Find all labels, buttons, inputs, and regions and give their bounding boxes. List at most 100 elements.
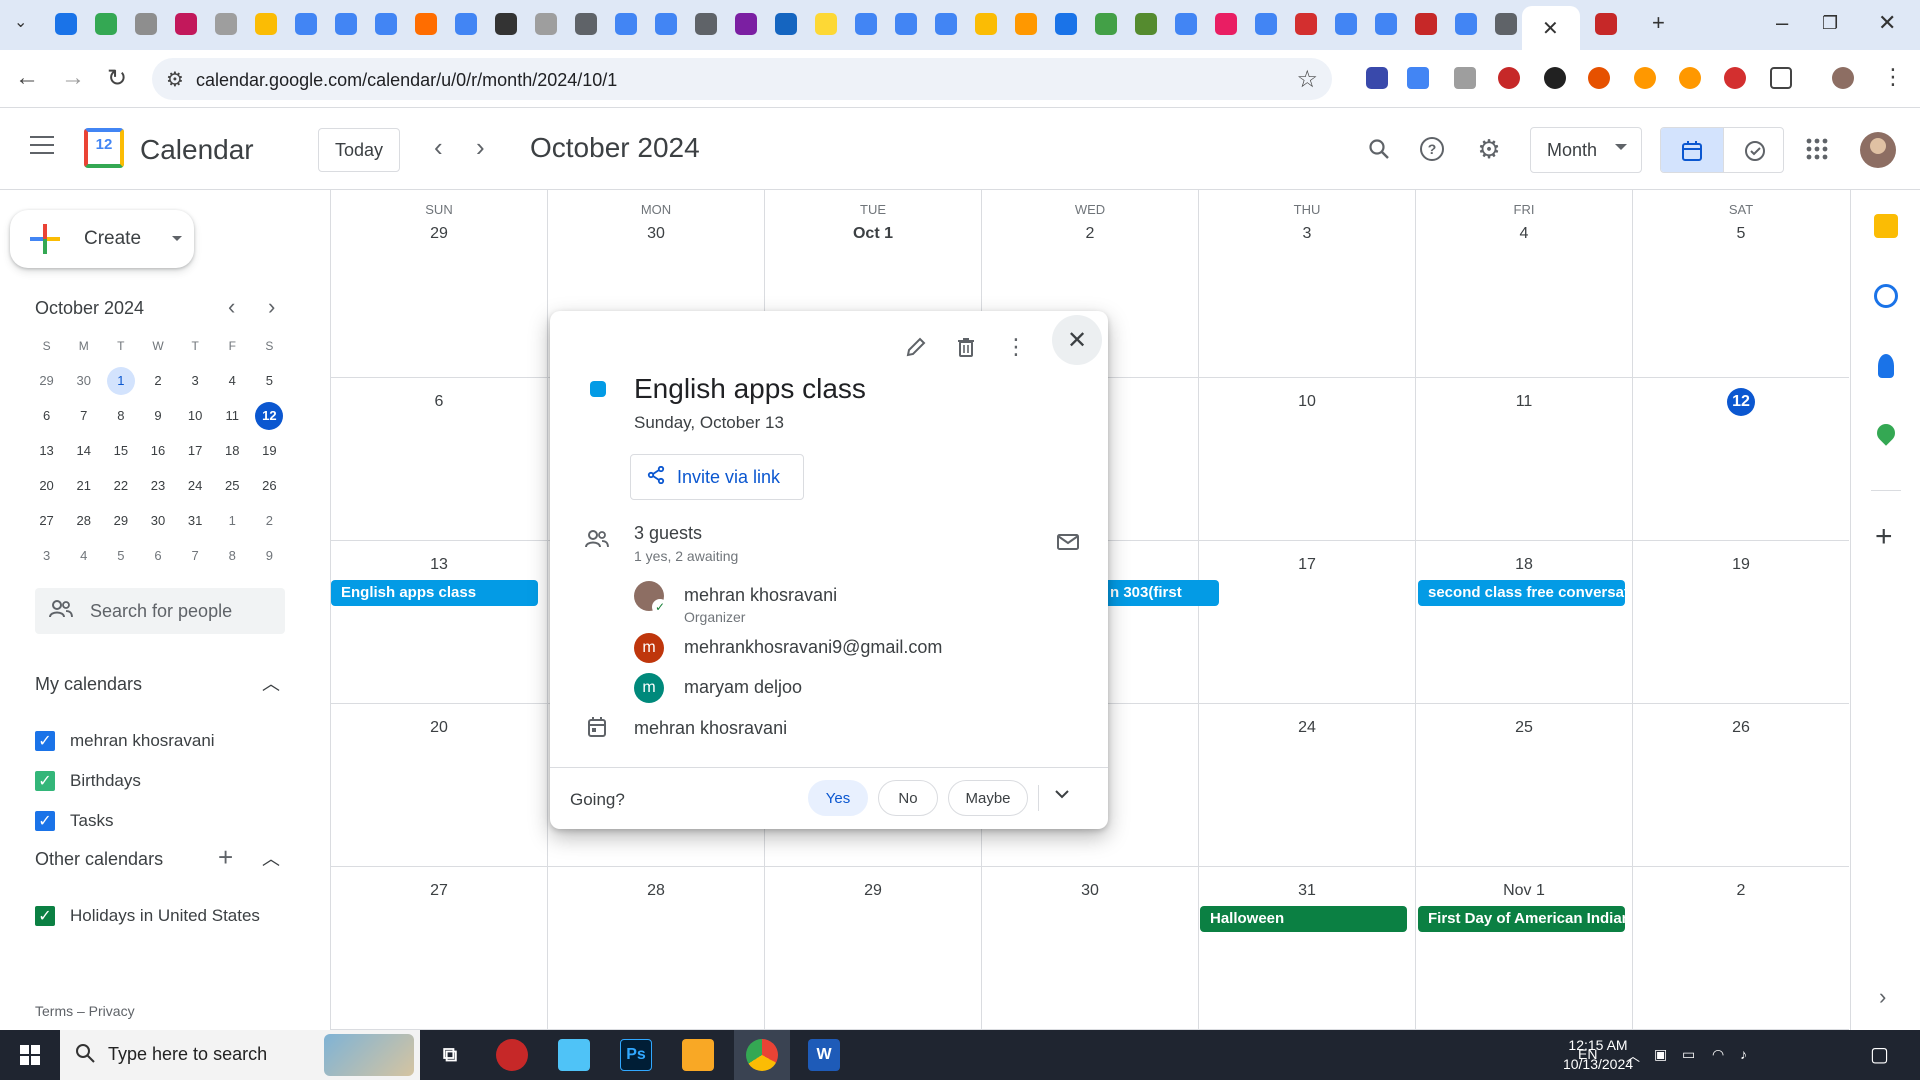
mini-day[interactable]: 2 <box>251 503 288 538</box>
mini-day[interactable]: 6 <box>139 538 176 573</box>
browser-menu-icon[interactable]: ⋮ <box>1878 64 1908 90</box>
rsvp-yes-button[interactable]: Yes <box>808 780 868 816</box>
mini-day[interactable]: 1 <box>214 503 251 538</box>
day-cell[interactable]: FRI 4 <box>1415 190 1632 378</box>
main-menu-icon[interactable] <box>30 136 54 156</box>
day-cell[interactable]: 31 <box>1198 867 1415 1030</box>
mini-day[interactable]: 24 <box>177 468 214 503</box>
tasks-view-icon[interactable] <box>1723 128 1783 172</box>
search-people-input[interactable]: Search for people <box>35 588 285 634</box>
paint-app-icon[interactable] <box>496 1039 528 1071</box>
day-cell[interactable]: 6 <box>330 378 547 541</box>
coin-extension-icon[interactable] <box>1634 67 1656 89</box>
day-number[interactable]: 19 <box>1633 551 1849 579</box>
day-cell[interactable]: 11 <box>1415 378 1632 541</box>
delete-trash-icon[interactable] <box>946 327 986 367</box>
maps-icon[interactable] <box>1873 420 1899 446</box>
chrome-app-icon[interactable] <box>746 1039 778 1071</box>
day-cell[interactable]: 26 <box>1632 704 1849 867</box>
calendar-view-icon[interactable] <box>1661 128 1723 172</box>
day-number[interactable]: 13 <box>331 551 547 579</box>
collapse-other-calendars-icon[interactable]: ︿ <box>262 845 280 871</box>
tab-favicon-icon[interactable] <box>1335 13 1357 35</box>
mini-day[interactable]: 5 <box>251 363 288 398</box>
checkbox-checked-icon[interactable]: ✓ <box>35 771 55 791</box>
day-number[interactable]: 4 <box>1416 220 1632 248</box>
mini-day[interactable]: 7 <box>65 398 102 433</box>
day-number[interactable]: 29 <box>765 877 981 905</box>
day-number[interactable]: 17 <box>1199 551 1415 579</box>
mini-prev-icon[interactable]: ‹ <box>228 294 235 320</box>
event-chip[interactable]: second class free conversati <box>1418 580 1625 606</box>
tab-favicon-icon[interactable] <box>215 13 237 35</box>
edit-pencil-icon[interactable] <box>896 327 936 367</box>
window-close-icon[interactable]: ✕ <box>1878 10 1896 36</box>
my-calendars-title[interactable]: My calendars <box>35 674 142 695</box>
tab-favicon-icon[interactable] <box>935 13 957 35</box>
bookmark-star-icon[interactable]: ☆ <box>1296 65 1318 94</box>
task-view-icon[interactable]: ⧉ <box>434 1039 466 1071</box>
mini-day[interactable]: 6 <box>28 398 65 433</box>
mini-day[interactable]: 23 <box>139 468 176 503</box>
day-number[interactable]: 25 <box>1416 714 1632 742</box>
tab-favicon-icon[interactable] <box>815 13 837 35</box>
day-number[interactable]: 24 <box>1199 714 1415 742</box>
event-chip[interactable]: First Day of American Indian <box>1418 906 1625 932</box>
tab-favicon-icon[interactable] <box>775 13 797 35</box>
day-cell[interactable]: SUN 29 <box>330 190 547 378</box>
mini-day[interactable]: 5 <box>102 538 139 573</box>
rsvp-maybe-button[interactable]: Maybe <box>948 780 1028 816</box>
tab-favicon-icon[interactable] <box>1595 13 1617 35</box>
minimize-icon[interactable]: – <box>1776 10 1788 36</box>
tab-favicon-icon[interactable] <box>1055 13 1077 35</box>
chevron-down-icon[interactable] <box>1054 787 1070 805</box>
fire-extension-icon[interactable] <box>1588 67 1610 89</box>
day-cell[interactable]: 25 <box>1415 704 1632 867</box>
day-cell[interactable]: 18 <box>1415 541 1632 704</box>
mini-day[interactable]: 20 <box>28 468 65 503</box>
mini-day[interactable]: 3 <box>177 363 214 398</box>
event-chip[interactable]: English apps class <box>331 580 538 606</box>
invite-via-link-button[interactable]: Invite via link <box>630 454 804 500</box>
day-number[interactable]: 6 <box>331 388 547 416</box>
terms-privacy-link[interactable]: Terms – Privacy <box>35 1003 135 1019</box>
close-tab-icon[interactable]: ✕ <box>1542 16 1559 41</box>
extension-icon[interactable] <box>1366 67 1388 89</box>
coin2-extension-icon[interactable] <box>1679 67 1701 89</box>
mini-day[interactable]: 12 <box>251 398 288 433</box>
tab-favicon-icon[interactable] <box>855 13 877 35</box>
calendar-item[interactable]: ✓ mehran khosravani <box>35 728 215 754</box>
checkbox-checked-icon[interactable]: ✓ <box>35 731 55 751</box>
file-explorer-icon[interactable] <box>682 1039 714 1071</box>
tab-favicon-icon[interactable] <box>895 13 917 35</box>
day-cell[interactable]: 17 <box>1198 541 1415 704</box>
more-options-icon[interactable]: ⋮ <box>996 327 1036 367</box>
mini-day[interactable]: 30 <box>65 363 102 398</box>
tab-favicon-icon[interactable] <box>535 13 557 35</box>
mini-day[interactable]: 28 <box>65 503 102 538</box>
day-number[interactable]: 29 <box>331 220 547 248</box>
help-icon[interactable]: ? <box>1415 132 1449 166</box>
day-cell[interactable]: 30 <box>981 867 1198 1030</box>
mini-day[interactable]: 14 <box>65 433 102 468</box>
mini-day[interactable]: 4 <box>214 363 251 398</box>
camera-extension-icon[interactable] <box>1454 67 1476 89</box>
mini-day[interactable]: 18 <box>214 433 251 468</box>
close-icon[interactable]: ✕ <box>1052 315 1102 365</box>
tab-favicon-icon[interactable] <box>55 13 77 35</box>
mini-day[interactable]: 7 <box>177 538 214 573</box>
back-icon[interactable]: ← <box>12 64 42 92</box>
mini-day[interactable]: 4 <box>65 538 102 573</box>
tray-app-icon[interactable]: ▣ <box>1654 1046 1667 1063</box>
tab-favicon-icon[interactable] <box>975 13 997 35</box>
new-tab-icon[interactable]: + <box>1652 10 1665 36</box>
tab-favicon-icon[interactable] <box>735 13 757 35</box>
mini-day[interactable]: 22 <box>102 468 139 503</box>
mini-day[interactable]: 9 <box>251 538 288 573</box>
day-cell[interactable]: 2 <box>1632 867 1849 1030</box>
mini-day[interactable]: 9 <box>139 398 176 433</box>
add-addon-icon[interactable]: + <box>1875 520 1893 554</box>
apps-grid-icon[interactable] <box>1800 132 1834 166</box>
tab-favicon-icon[interactable] <box>1175 13 1197 35</box>
tab-favicon-icon[interactable] <box>495 13 517 35</box>
